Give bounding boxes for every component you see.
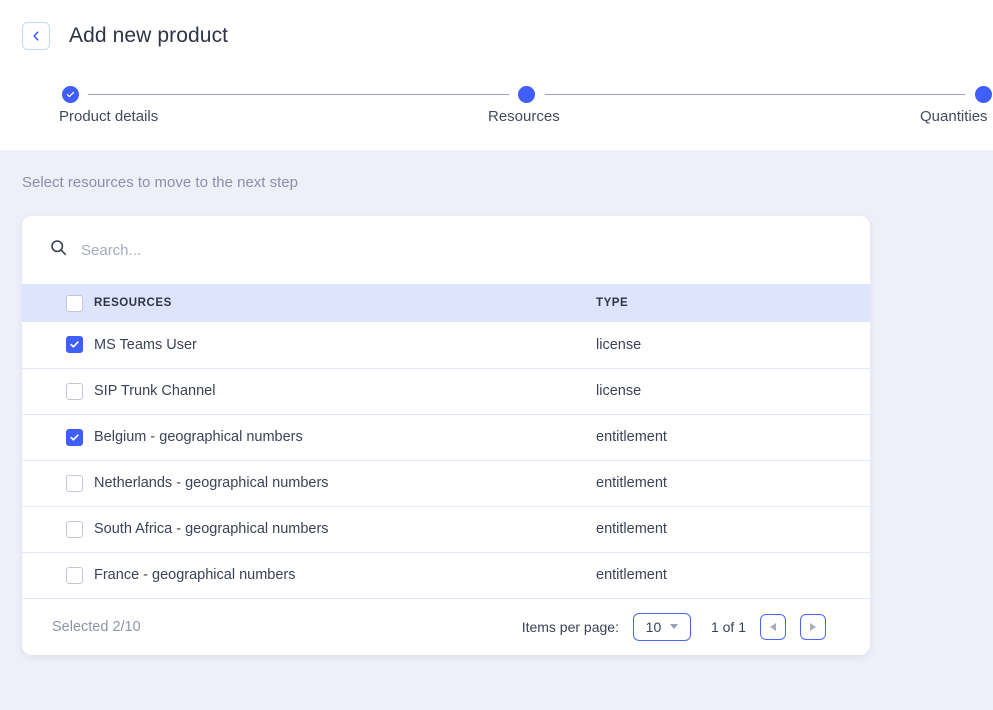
items-per-page-label: Items per page: <box>521 618 619 635</box>
select-all-cell <box>22 294 94 312</box>
table-row[interactable]: SIP Trunk Channel license <box>22 368 870 415</box>
row-resource-type: entitlement <box>596 552 870 599</box>
stepper-labels: Product details Resources Quantities <box>59 108 993 132</box>
select-all-checkbox[interactable] <box>66 294 83 312</box>
content-subtitle: Select resources to move to the next ste… <box>22 174 298 191</box>
stepper-track <box>60 84 993 104</box>
table-header-row: RESOURCES TYPE <box>22 284 870 322</box>
dot-icon <box>974 85 992 103</box>
table-footer: Selected 2/10 Items per page: 10 1 of 1 <box>22 598 870 655</box>
row-select-cell <box>22 506 94 553</box>
step-label-quantities: Quantities <box>920 108 988 125</box>
row-resource-type: entitlement <box>596 414 870 461</box>
row-select-cell <box>22 552 94 599</box>
row-resource-name: SIP Trunk Channel <box>94 368 596 415</box>
row-resource-name: South Africa - geographical numbers <box>94 506 596 553</box>
row-select-wrap <box>22 336 94 354</box>
row-resource-type: entitlement <box>596 460 870 507</box>
back-button[interactable] <box>22 22 50 50</box>
row-checkbox[interactable] <box>66 566 83 584</box>
step-connector-1 <box>88 93 509 95</box>
row-select-cell <box>22 460 94 507</box>
row-select-wrap <box>22 382 94 400</box>
stepper: Product details Resources Quantities <box>59 84 993 134</box>
content-area: Select resources to move to the next ste… <box>0 150 993 710</box>
page-range-label: 1 of 1 <box>710 618 746 635</box>
arrow-left-icon <box>770 622 776 631</box>
step-connector-2 <box>544 93 965 95</box>
table-body: MS Teams User license SIP Trunk Channel … <box>22 322 870 599</box>
table-row[interactable]: South Africa - geographical numbers enti… <box>22 506 870 553</box>
row-select-wrap <box>22 566 94 584</box>
row-resource-name: France - geographical numbers <box>94 552 596 599</box>
page-header: Add new product Product details Resource… <box>0 0 993 150</box>
row-resource-type: license <box>596 322 870 369</box>
row-resource-name: Netherlands - geographical numbers <box>94 460 596 507</box>
step-marker-resources[interactable] <box>517 84 537 104</box>
selected-count: Selected 2/10 <box>52 618 141 635</box>
row-resource-name: MS Teams User <box>94 322 596 369</box>
step-label-product-details: Product details <box>59 108 159 125</box>
column-header-resources[interactable]: RESOURCES <box>94 284 596 322</box>
chevron-down-icon <box>670 624 679 629</box>
row-resource-type: entitlement <box>596 506 870 553</box>
row-select-wrap <box>22 474 94 492</box>
step-marker-quantities[interactable] <box>973 84 993 104</box>
items-per-page-select[interactable]: 10 <box>632 612 691 641</box>
table-head: RESOURCES TYPE <box>22 284 870 322</box>
pagination-controls: Items per page: 10 1 of 1 <box>521 612 826 641</box>
next-page-button[interactable] <box>800 613 826 640</box>
row-select-cell <box>22 368 94 415</box>
previous-page-button[interactable] <box>760 613 786 640</box>
row-select-wrap <box>22 520 94 538</box>
search-bar <box>22 216 870 284</box>
row-checkbox[interactable] <box>66 336 83 354</box>
row-checkbox[interactable] <box>66 474 83 492</box>
row-resource-name: Belgium - geographical numbers <box>94 414 596 461</box>
header-top-row: Add new product <box>0 0 993 50</box>
step-label-resources: Resources <box>488 108 560 125</box>
row-checkbox[interactable] <box>66 520 83 538</box>
search-input[interactable] <box>81 241 481 259</box>
row-checkbox[interactable] <box>66 382 83 400</box>
step-marker-product-details[interactable] <box>60 84 80 104</box>
table-row[interactable]: Netherlands - geographical numbers entit… <box>22 460 870 507</box>
row-select-cell <box>22 322 94 369</box>
row-checkbox[interactable] <box>66 428 83 446</box>
dot-icon <box>518 85 535 103</box>
table-row[interactable]: MS Teams User license <box>22 322 870 369</box>
resources-table: RESOURCES TYPE MS Teams User license SIP… <box>22 284 870 599</box>
arrow-right-icon <box>810 622 816 631</box>
search-icon <box>50 239 67 261</box>
row-select-cell <box>22 414 94 461</box>
resources-card: RESOURCES TYPE M <box>22 216 870 655</box>
table-row[interactable]: Belgium - geographical numbers entitleme… <box>22 414 870 461</box>
check-icon <box>61 85 79 103</box>
page-title: Add new product <box>69 24 229 47</box>
column-header-type[interactable]: TYPE <box>596 284 870 322</box>
chevron-left-icon <box>29 29 43 43</box>
row-select-wrap <box>22 428 94 446</box>
table-row[interactable]: France - geographical numbers entitlemen… <box>22 552 870 599</box>
row-resource-type: license <box>596 368 870 415</box>
column-header-select <box>22 284 94 322</box>
items-per-page-value: 10 <box>645 618 662 635</box>
